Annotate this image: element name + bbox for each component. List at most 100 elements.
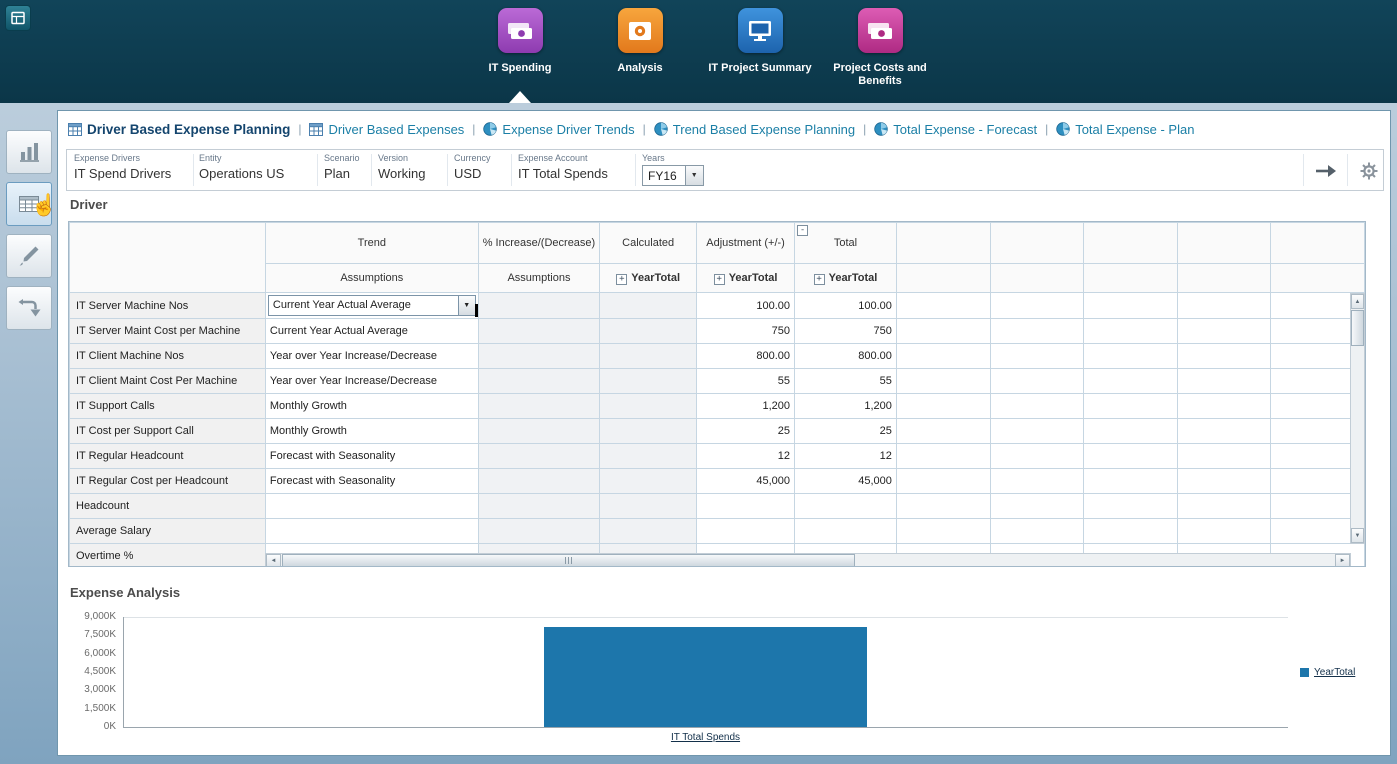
format-button[interactable]	[6, 234, 52, 278]
scroll-left-icon[interactable]: ◄	[266, 554, 281, 567]
cell-adjustment[interactable]	[697, 494, 795, 519]
cell-trend[interactable]: Forecast with Seasonality	[265, 469, 478, 494]
cell-adjustment[interactable]: 750	[697, 319, 795, 344]
gear-icon	[1359, 161, 1379, 181]
tab-total-expense-forecast[interactable]: Total Expense - Forecast	[874, 122, 1037, 137]
expand-icon[interactable]: +	[814, 274, 825, 285]
settings-button[interactable]	[1355, 158, 1383, 184]
cell-total[interactable]: 100.00	[795, 293, 897, 319]
rules-button[interactable]	[6, 286, 52, 330]
cell-total[interactable]	[795, 494, 897, 519]
scroll-up-icon[interactable]: ▲	[1351, 294, 1364, 309]
app-label: Project Costs and Benefits	[820, 62, 940, 88]
cell-pct-increase[interactable]	[478, 369, 600, 394]
cell-trend[interactable]: Year over Year Increase/Decrease	[265, 344, 478, 369]
cell-pct-increase[interactable]	[478, 444, 600, 469]
tab-total-expense-plan[interactable]: Total Expense - Plan	[1056, 122, 1194, 137]
cell-pct-increase[interactable]	[478, 293, 600, 319]
cell-calculated[interactable]	[600, 419, 697, 444]
tab-driver-based-expense-planning[interactable]: Driver Based Expense Planning	[68, 122, 290, 137]
pov-field-label: Years	[642, 153, 704, 163]
cell-empty	[990, 469, 1084, 494]
cell-total[interactable]: 45,000	[795, 469, 897, 494]
cell-calculated[interactable]	[600, 344, 697, 369]
cell-adjustment[interactable]: 1,200	[697, 394, 795, 419]
cell-adjustment[interactable]: 55	[697, 369, 795, 394]
tab-separator: |	[643, 122, 646, 136]
app-it-project-summary[interactable]: IT Project Summary	[700, 8, 820, 88]
x-axis-category-label[interactable]: IT Total Spends	[544, 732, 867, 743]
app-project-costs-and-benefits[interactable]: Project Costs and Benefits	[820, 8, 940, 88]
collapse-icon[interactable]: -	[797, 225, 808, 236]
cell-calculated[interactable]	[600, 319, 697, 344]
vertical-scrollbar[interactable]: ▲ ▼	[1350, 293, 1365, 544]
thumb-grip	[565, 557, 566, 564]
cell-pct-increase[interactable]	[478, 394, 600, 419]
cell-trend[interactable]: Current Year Actual Average	[265, 319, 478, 344]
trend-dropdown[interactable]: Current Year Actual Average▼	[268, 295, 476, 316]
horizontal-scroll-thumb[interactable]	[282, 554, 855, 567]
cell-trend[interactable]: Forecast with Seasonality	[265, 444, 478, 469]
cell-pct-increase[interactable]	[478, 344, 600, 369]
cell-total[interactable]: 750	[795, 319, 897, 344]
cell-total[interactable]: 12	[795, 444, 897, 469]
tab-driver-based-expenses[interactable]: Driver Based Expenses	[309, 122, 464, 137]
horizontal-scrollbar[interactable]: ◄ ►	[265, 553, 1351, 567]
cell-trend[interactable]: Year over Year Increase/Decrease	[265, 369, 478, 394]
cell-pct-increase[interactable]	[478, 469, 600, 494]
cell-trend[interactable]	[265, 519, 478, 544]
cell-total[interactable]: 800.00	[795, 344, 897, 369]
cell-pct-increase[interactable]	[478, 319, 600, 344]
cell-trend[interactable]	[265, 494, 478, 519]
cell-total[interactable]	[795, 519, 897, 544]
cell-calculated[interactable]	[600, 469, 697, 494]
cell-trend[interactable]: Monthly Growth	[265, 394, 478, 419]
cell-adjustment[interactable]: 100.00	[697, 293, 795, 319]
cell-empty	[1084, 369, 1178, 394]
cell-adjustment[interactable]: 12	[697, 444, 795, 469]
cell-fill-handle[interactable]	[475, 304, 479, 317]
go-arrow-button[interactable]	[1311, 160, 1341, 182]
cell-adjustment[interactable]: 25	[697, 419, 795, 444]
cell-total[interactable]: 1,200	[795, 394, 897, 419]
cell-total[interactable]: 55	[795, 369, 897, 394]
app-label: Analysis	[617, 62, 662, 75]
cell-calculated[interactable]	[600, 494, 697, 519]
cell-calculated[interactable]	[600, 394, 697, 419]
cell-calculated[interactable]	[600, 444, 697, 469]
expand-icon[interactable]: +	[714, 274, 725, 285]
cell-adjustment[interactable]: 800.00	[697, 344, 795, 369]
cell-total[interactable]: 25	[795, 419, 897, 444]
cell-pct-increase[interactable]	[478, 519, 600, 544]
pie-chart-icon	[1056, 122, 1070, 136]
cell-calculated[interactable]	[600, 519, 697, 544]
dropdown-arrow-icon[interactable]: ▼	[458, 296, 475, 315]
cell-adjustment[interactable]: 45,000	[697, 469, 795, 494]
tab-label: Total Expense - Plan	[1075, 122, 1194, 137]
pov-divider	[635, 154, 636, 186]
cell-calculated[interactable]	[600, 293, 697, 319]
cell-empty	[1177, 344, 1271, 369]
legend-series-label[interactable]: YearTotal	[1314, 667, 1355, 678]
cell-adjustment[interactable]	[697, 519, 795, 544]
cell-empty	[896, 344, 990, 369]
pov-years-dropdown[interactable]: FY16▼	[642, 165, 704, 186]
cell-pct-increase[interactable]	[478, 419, 600, 444]
cell-empty	[1177, 444, 1271, 469]
app-it-spending[interactable]: IT Spending	[460, 8, 580, 88]
cell-calculated[interactable]	[600, 369, 697, 394]
tab-expense-driver-trends[interactable]: Expense Driver Trends	[483, 122, 634, 137]
vertical-scroll-thumb[interactable]	[1351, 310, 1364, 346]
dropdown-arrow-icon[interactable]: ▼	[685, 166, 703, 185]
cell-empty	[896, 293, 990, 319]
app-analysis[interactable]: Analysis	[580, 8, 700, 88]
expand-icon[interactable]: +	[616, 274, 627, 285]
cell-pct-increase[interactable]	[478, 494, 600, 519]
scroll-down-icon[interactable]: ▼	[1351, 528, 1364, 543]
scroll-right-icon[interactable]: ►	[1335, 554, 1350, 567]
tab-trend-based-expense-planning[interactable]: Trend Based Expense Planning	[654, 122, 855, 137]
analyze-button[interactable]	[6, 130, 52, 174]
cell-trend[interactable]: Monthly Growth	[265, 419, 478, 444]
app-menu-icon[interactable]	[5, 5, 31, 31]
cell-trend[interactable]: Current Year Actual Average▼	[265, 293, 478, 319]
